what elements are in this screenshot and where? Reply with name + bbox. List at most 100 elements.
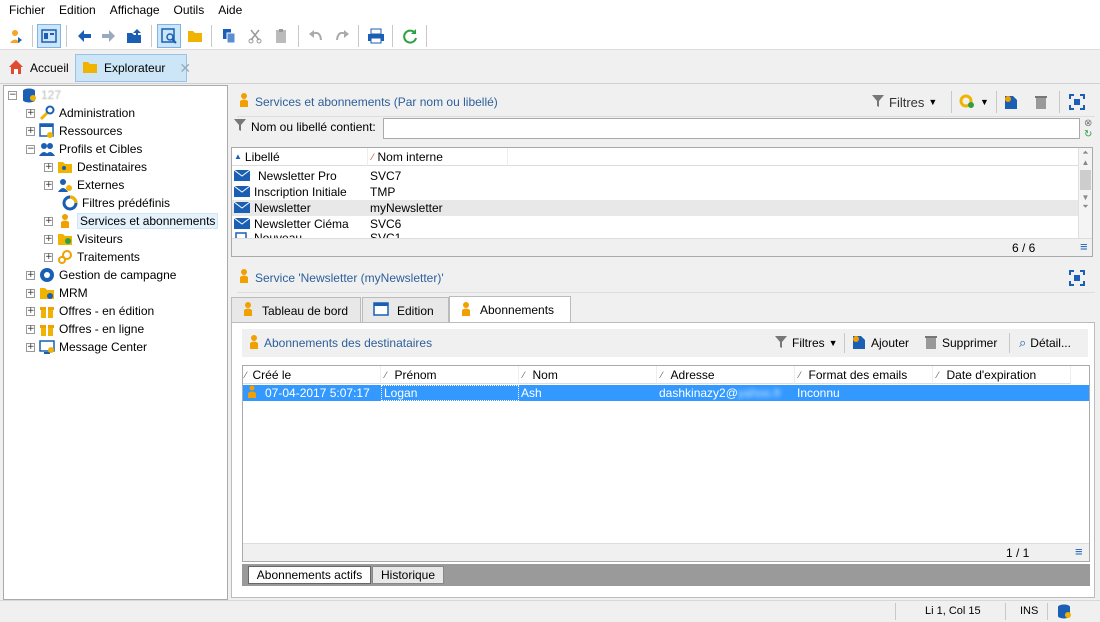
- expand-icon[interactable]: +: [26, 108, 35, 118]
- folder-people-icon: [57, 159, 73, 175]
- column-header-expiry[interactable]: ⁄ Date d'expiration: [933, 366, 1071, 384]
- table-row[interactable]: Inscription Initiale TMP: [233, 184, 1078, 200]
- tree-item-offres-ligne[interactable]: + Offres - en ligne: [26, 320, 144, 338]
- column-header-firstname[interactable]: ⁄ Prénom: [381, 366, 519, 384]
- filter-row: Nom ou libellé contient:: [233, 118, 376, 135]
- back-arrow-icon[interactable]: [72, 24, 96, 48]
- explorer-view-icon[interactable]: [37, 24, 61, 48]
- refresh-filter-icon[interactable]: ↻: [1084, 129, 1092, 140]
- search-view-icon[interactable]: [157, 24, 181, 48]
- column-header-internal-name[interactable]: ⁄ Nom interne: [368, 148, 508, 166]
- tree-item-visiteurs[interactable]: + Visiteurs: [44, 230, 123, 248]
- expand-icon[interactable]: +: [26, 324, 35, 334]
- database-status-icon[interactable]: [1056, 603, 1072, 622]
- copy-icon[interactable]: [217, 24, 241, 48]
- paste-icon[interactable]: [269, 24, 293, 48]
- forward-arrow-icon[interactable]: [97, 24, 121, 48]
- scroll-down-icon[interactable]: ▼: [1079, 193, 1092, 202]
- tree-item-services[interactable]: + Services et abonnements: [44, 212, 219, 230]
- expand-icon[interactable]: +: [26, 288, 35, 298]
- maximize-icon[interactable]: [1069, 91, 1085, 113]
- filter-caption: Nom ou libellé contient:: [251, 119, 376, 134]
- menu-fichier[interactable]: Fichier: [4, 0, 50, 21]
- trash-icon[interactable]: [1033, 91, 1049, 113]
- tree-item-ressources[interactable]: + Ressources: [26, 122, 122, 140]
- expand-icon[interactable]: +: [44, 180, 53, 190]
- tab-abonnements[interactable]: Abonnements: [449, 296, 571, 323]
- column-header-address[interactable]: ⁄ Adresse: [657, 366, 795, 384]
- menu-aide[interactable]: Aide: [213, 0, 247, 21]
- tree-item-profils[interactable]: − Profils et Cibles: [26, 140, 142, 158]
- column-header-lastname[interactable]: ⁄ Nom: [519, 366, 657, 384]
- menu-lines-icon[interactable]: ≡: [1080, 239, 1088, 254]
- scroll-bottom-icon[interactable]: ⏷: [1079, 202, 1092, 212]
- cut-icon[interactable]: [243, 24, 267, 48]
- menu-edition[interactable]: Edition: [54, 0, 101, 21]
- open-folder-icon[interactable]: [183, 24, 207, 48]
- scroll-up-icon[interactable]: ▲: [1079, 158, 1092, 167]
- tree-item-offres-edition[interactable]: + Offres - en édition: [26, 302, 154, 320]
- gift-icon: [39, 303, 55, 319]
- table-row-selected[interactable]: 07-04-2017 5:07:17 Logan Ash dashkinazy2…: [243, 385, 1089, 401]
- menu-lines-icon[interactable]: ≡: [1075, 544, 1083, 559]
- tab-active-subscriptions[interactable]: Abonnements actifs: [248, 566, 371, 584]
- menu-affichage[interactable]: Affichage: [105, 0, 165, 21]
- tab-home[interactable]: Accueil: [2, 54, 75, 82]
- cell-address: dashkinazy2@: [659, 386, 738, 400]
- status-bar: Li 1, Col 15 INS: [0, 600, 1100, 621]
- close-icon[interactable]: ✕: [179, 60, 191, 77]
- visitors-icon: [57, 231, 73, 247]
- column-header-format[interactable]: ⁄ Format des emails: [795, 366, 933, 384]
- clear-filter-icon[interactable]: ⊗: [1084, 118, 1092, 129]
- redo-icon[interactable]: [330, 24, 354, 48]
- expand-icon[interactable]: +: [44, 216, 53, 226]
- up-folder-icon[interactable]: [122, 24, 146, 48]
- collapse-icon[interactable]: −: [8, 90, 17, 100]
- user-login-icon[interactable]: [4, 24, 28, 48]
- scroll-thumb[interactable]: [1080, 170, 1091, 190]
- scroll-top-icon[interactable]: ⏶: [1079, 148, 1092, 158]
- tree-item-traitements[interactable]: + Traitements: [44, 248, 140, 266]
- tree-item-filtres[interactable]: Filtres prédéfinis: [62, 194, 170, 212]
- maximize-icon[interactable]: [1069, 267, 1085, 289]
- tab-history[interactable]: Historique: [372, 566, 444, 584]
- print-icon[interactable]: [364, 24, 388, 48]
- expand-icon[interactable]: +: [44, 252, 53, 262]
- add-button[interactable]: Ajouter: [851, 332, 909, 354]
- expand-icon[interactable]: +: [26, 126, 35, 136]
- name-filter-input[interactable]: [383, 118, 1080, 139]
- vertical-scrollbar[interactable]: ⏶ ▲ ▼ ⏷: [1078, 148, 1092, 238]
- menu-outils[interactable]: Outils: [169, 0, 210, 21]
- filters-dropdown[interactable]: Filtres ▼: [871, 91, 937, 113]
- tree-item-message-center[interactable]: + Message Center: [26, 338, 147, 356]
- right-pane: Services et abonnements (Par nom ou libe…: [231, 85, 1097, 600]
- tab-explorer[interactable]: Explorateur ✕: [75, 54, 191, 82]
- tree-item-destinataires[interactable]: + Destinataires: [44, 158, 147, 176]
- tree-item-externes[interactable]: + Externes: [44, 176, 124, 194]
- column-header-label[interactable]: ▲ Libellé: [232, 148, 368, 166]
- table-row[interactable]: Newsletter Ciéma SVC6: [233, 216, 1078, 232]
- expand-icon[interactable]: +: [26, 306, 35, 316]
- tree-item-administration[interactable]: + Administration: [26, 104, 135, 122]
- collapse-icon[interactable]: −: [26, 144, 35, 154]
- undo-icon[interactable]: [304, 24, 328, 48]
- column-header-created[interactable]: ⁄ Créé le: [243, 366, 381, 384]
- funnel-icon: [774, 335, 788, 352]
- table-row-selected[interactable]: Newsletter myNewsletter: [232, 200, 1078, 216]
- expand-icon[interactable]: +: [26, 270, 35, 280]
- tab-dashboard[interactable]: Tableau de bord: [231, 297, 361, 323]
- tree-item-campagne[interactable]: + Gestion de campagne: [26, 266, 176, 284]
- tree-root[interactable]: − 127: [8, 86, 61, 104]
- expand-icon[interactable]: +: [26, 342, 35, 352]
- table-row[interactable]: Newsletter Pro SVC7: [233, 168, 1078, 184]
- expand-icon[interactable]: +: [44, 162, 53, 172]
- new-subscription-icon[interactable]: [1003, 91, 1019, 113]
- filters-dropdown[interactable]: Filtres ▼: [774, 332, 838, 354]
- detail-button[interactable]: ⌕ Détail...: [1019, 332, 1071, 354]
- delete-button[interactable]: Supprimer: [924, 332, 997, 354]
- tree-item-mrm[interactable]: + MRM: [26, 284, 88, 302]
- new-service-button[interactable]: ▼: [958, 91, 989, 113]
- refresh-icon[interactable]: [398, 24, 422, 48]
- tab-edition[interactable]: Edition: [362, 297, 449, 323]
- expand-icon[interactable]: +: [44, 234, 53, 244]
